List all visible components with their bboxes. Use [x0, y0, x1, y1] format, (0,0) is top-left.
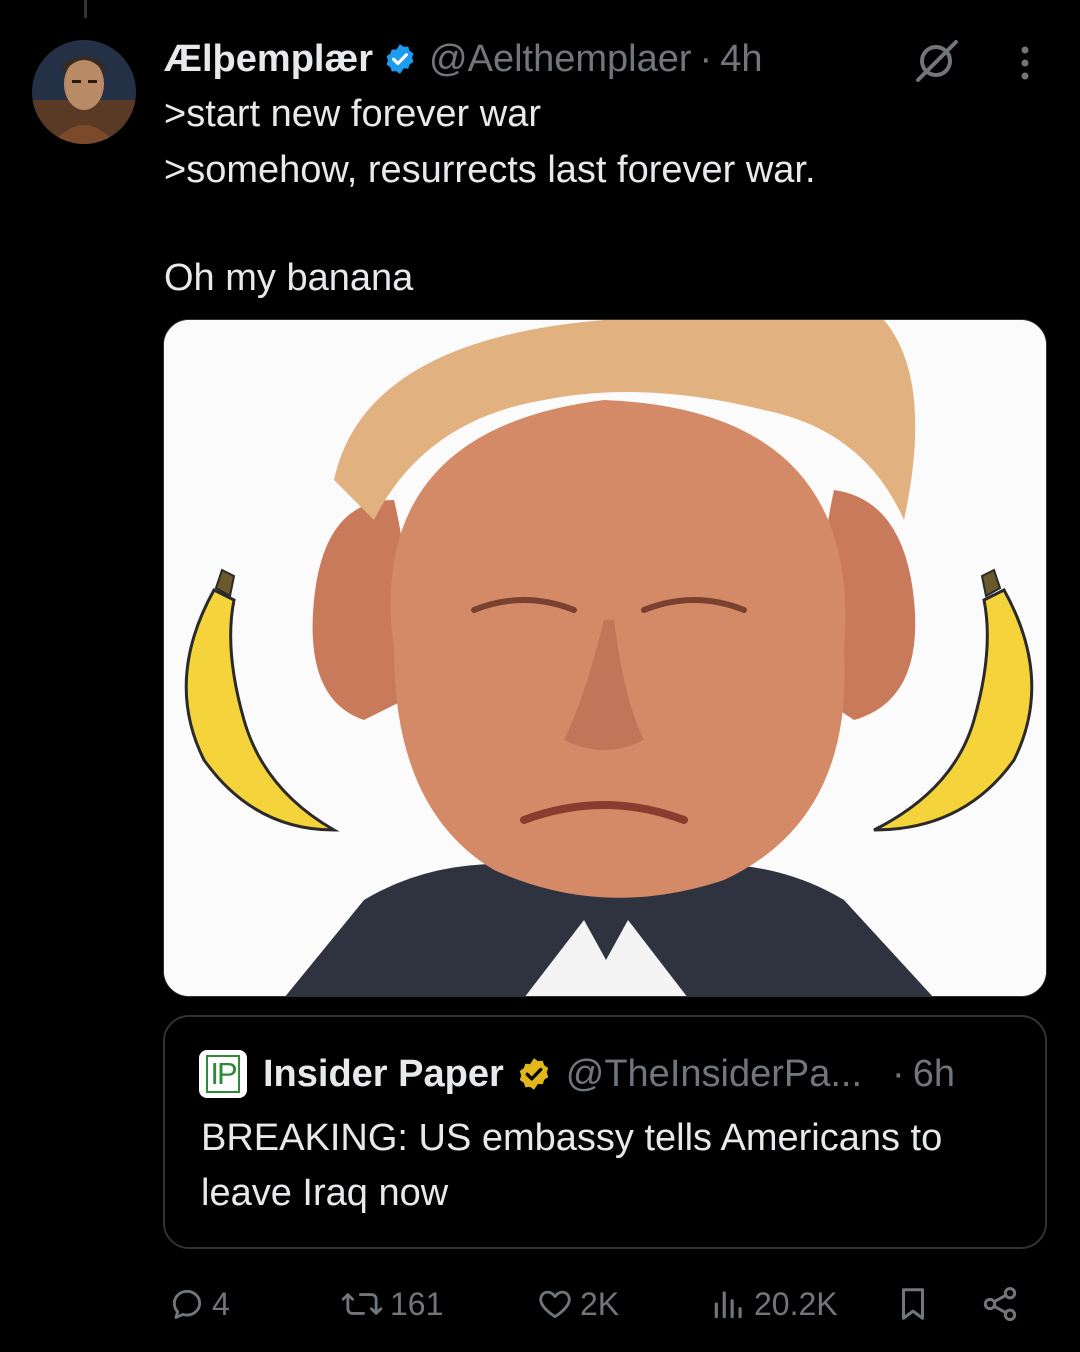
quoted-tweet[interactable]: IP Insider Paper @TheInsiderPa... · 6h B… — [163, 1015, 1047, 1249]
tweet-text: >start new forever war >somehow, resurre… — [164, 86, 1044, 306]
photo-with-bananas — [164, 320, 1046, 996]
repost-icon — [341, 1293, 383, 1315]
quoted-text: BREAKING: US embassy tells Americans to … — [201, 1117, 943, 1214]
reply-icon — [172, 1289, 202, 1319]
gold-verified-badge-icon[interactable] — [516, 1056, 552, 1092]
grok-icon[interactable] — [912, 38, 962, 84]
quoted-tweet-header: IP Insider Paper @TheInsiderPa... · 6h — [199, 1049, 955, 1099]
quoted-handle[interactable]: @TheInsiderPa... — [566, 1053, 862, 1096]
tweet-media-image[interactable] — [163, 319, 1047, 997]
like-count: 2K — [580, 1285, 620, 1322]
quoted-time[interactable]: 6h — [913, 1053, 955, 1096]
views-chart-icon — [714, 1291, 742, 1319]
action-bar: 4 161 2K 20.2K — [164, 1276, 1044, 1332]
quoted-display-name[interactable]: Insider Paper — [263, 1053, 504, 1096]
avatar[interactable] — [32, 40, 136, 144]
tweet-time[interactable]: 4h — [720, 38, 762, 81]
view-count: 20.2K — [754, 1285, 838, 1322]
header-separator: · — [699, 37, 713, 80]
bookmark-icon — [901, 1288, 925, 1320]
tweet-line-closing: Oh my banana — [164, 257, 414, 299]
quoted-avatar: IP — [199, 1050, 247, 1098]
author-display-name[interactable]: Ælþemplær — [164, 38, 373, 81]
reply-button[interactable]: 4 — [168, 1276, 230, 1332]
tweet-line-1: >start new forever war — [164, 93, 541, 135]
tweet-header: Ælþemplær @Aelthemplaer · 4h — [164, 36, 762, 82]
like-button[interactable]: 2K — [536, 1276, 619, 1332]
views-button[interactable]: 20.2K — [710, 1276, 838, 1332]
tweet-line-2: >somehow, resurrects last forever war. — [164, 149, 816, 191]
thread-line — [84, 0, 87, 18]
repost-count: 161 — [390, 1285, 444, 1322]
bookmark-button[interactable] — [894, 1276, 932, 1332]
avatar-image — [32, 40, 136, 144]
author-handle[interactable]: @Aelthemplaer — [429, 38, 691, 81]
quoted-separator: · — [892, 1052, 905, 1095]
reply-count: 4 — [212, 1285, 230, 1322]
share-icon — [983, 1287, 1017, 1321]
verified-badge-icon[interactable] — [383, 42, 417, 76]
repost-button[interactable]: 161 — [340, 1276, 443, 1332]
quoted-avatar-logo-text: IP — [206, 1055, 240, 1093]
heart-icon — [539, 1290, 571, 1319]
share-button[interactable] — [980, 1276, 1020, 1332]
more-options-icon[interactable] — [1014, 44, 1036, 82]
